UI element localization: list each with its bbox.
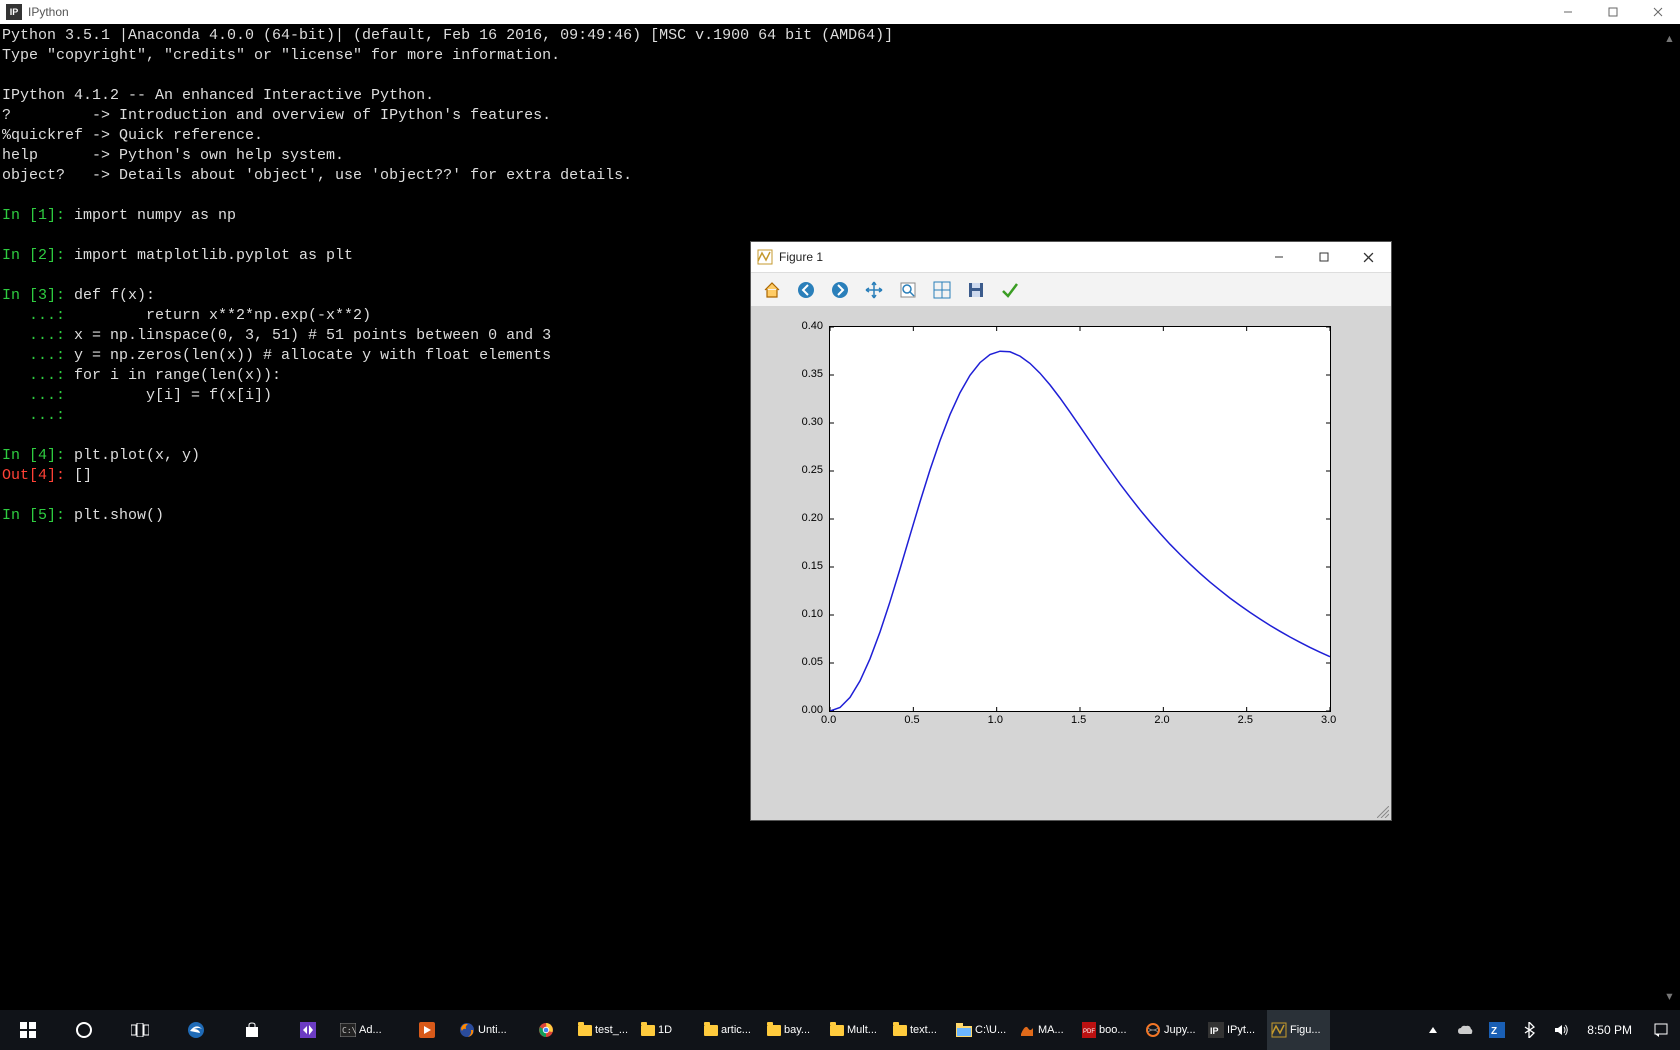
subplots-icon[interactable] [927,275,957,305]
taskbar-app-matlab[interactable]: MA... [1015,1010,1078,1050]
x-tick-label: 3.0 [1321,714,1336,726]
pan-icon[interactable] [859,275,889,305]
tray-up-icon[interactable] [1417,1010,1449,1050]
x-tick-label: 1.5 [1071,714,1086,726]
console-close-button[interactable] [1635,0,1680,24]
taskbar-taskview-button[interactable] [112,1010,168,1050]
taskbar-edge-button[interactable] [168,1010,224,1050]
taskbar-clock[interactable]: 8:50 PM [1577,1023,1642,1037]
y-tick-label: 0.10 [802,608,823,620]
x-tick-label: 1.0 [988,714,1003,726]
taskbar-app-folder[interactable]: Mult... [826,1010,889,1050]
tray-onedrive-icon[interactable] [1449,1010,1481,1050]
y-tick-label: 0.30 [802,416,823,428]
taskbar-app-folder[interactable]: bay... [763,1010,826,1050]
y-tick-label: 0.25 [802,464,823,476]
tray-notifications-icon[interactable] [1642,1010,1680,1050]
forward-icon[interactable] [825,275,855,305]
axes-area [829,326,1331,712]
taskbar-cortana-button[interactable] [56,1010,112,1050]
taskbar-app-ipython[interactable]: IPIPyt... [1204,1010,1267,1050]
x-tick-label: 2.0 [1154,714,1169,726]
line-plot [830,327,1330,711]
taskbar-vscode-button[interactable] [280,1010,336,1050]
console-titlebar: IP IPython [0,0,1680,24]
y-tick-label: 0.40 [802,320,823,332]
matplotlib-window-icon [757,249,773,265]
tray-za-icon[interactable]: Z [1481,1010,1513,1050]
taskbar-app-folder[interactable]: artic... [700,1010,763,1050]
taskbar-app-chrome[interactable] [518,1010,574,1050]
x-tick-label: 0.5 [904,714,919,726]
taskbar-app-folder[interactable]: text... [889,1010,952,1050]
taskbar-app-figure[interactable]: Figu... [1267,1010,1330,1050]
tray-bt-icon[interactable] [1513,1010,1545,1050]
taskbar-app-folder[interactable]: test_... [574,1010,637,1050]
taskbar-app-media[interactable] [399,1010,455,1050]
back-icon[interactable] [791,275,821,305]
figure-title: Figure 1 [779,250,823,264]
svg-text:PDF: PDF [1083,1029,1095,1035]
tray-sound-icon[interactable] [1545,1010,1577,1050]
console-title: IPython [28,5,69,19]
windows-taskbar: C:\Ad...Unti...test_...1Dartic...bay...M… [0,1010,1680,1050]
taskbar-app-pdf[interactable]: PDFboo... [1078,1010,1141,1050]
taskbar-store-button[interactable] [224,1010,280,1050]
taskbar-app-firefox[interactable]: Unti... [455,1010,518,1050]
y-tick-label: 0.05 [802,656,823,668]
figure-maximize-button[interactable] [1301,242,1346,272]
home-icon[interactable] [757,275,787,305]
taskbar-start-button[interactable] [0,1010,56,1050]
svg-text:C:\: C:\ [342,1026,356,1035]
taskbar-app-jupyter[interactable]: Jupy... [1141,1010,1204,1050]
figure-titlebar[interactable]: Figure 1 [751,242,1391,273]
figure-minimize-button[interactable] [1256,242,1301,272]
y-tick-label: 0.15 [802,560,823,572]
matplotlib-figure-window[interactable]: Figure 1 0.00.51.01.52.02.53.0 0.000.050… [750,241,1392,821]
scrollbar-up-icon[interactable]: ▴ [1661,28,1678,48]
figure-close-button[interactable] [1346,242,1391,272]
y-tick-label: 0.00 [802,704,823,716]
scrollbar-down-icon[interactable]: ▾ [1661,986,1678,1006]
console-minimize-button[interactable] [1545,0,1590,24]
svg-text:Z: Z [1491,1026,1497,1037]
figure-canvas[interactable]: 0.0 0.5 1.0 1.5 2.0 2.5 3.0 0.00 0.05 0.10 0.15 0.… [751,306,1391,820]
x-tick-label: 2.5 [1238,714,1253,726]
save-icon[interactable] [961,275,991,305]
ok-icon[interactable] [995,275,1025,305]
y-tick-label: 0.35 [802,368,823,380]
zoom-icon[interactable] [893,275,923,305]
console-maximize-button[interactable] [1590,0,1635,24]
ipython-titlebar-icon: IP [6,4,22,20]
y-tick-label: 0.20 [802,512,823,524]
figure-toolbar [751,273,1391,308]
taskbar-app-explorer[interactable]: C:\U... [952,1010,1015,1050]
resize-grip-icon[interactable] [1377,806,1389,818]
x-tick-label: 0.0 [821,714,836,726]
taskbar-app-cmd[interactable]: C:\Ad... [336,1010,399,1050]
taskbar-app-folder[interactable]: 1D [637,1010,700,1050]
svg-text:IP: IP [1210,1026,1219,1036]
